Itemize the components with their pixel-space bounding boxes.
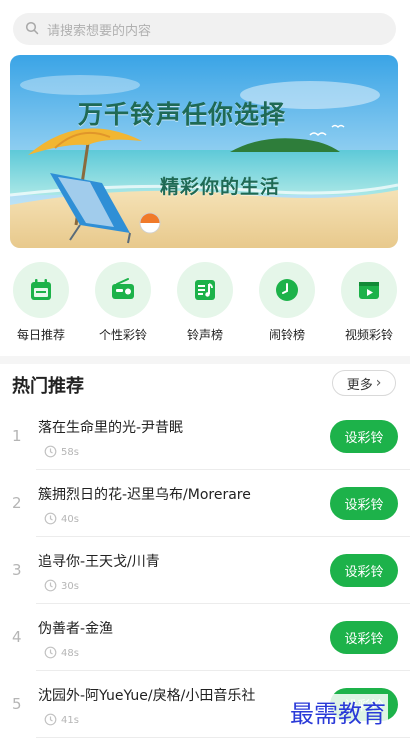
- more-button[interactable]: 更多 ›: [332, 370, 396, 396]
- radio-icon: [95, 262, 151, 318]
- search-input[interactable]: 请搜索想要的内容: [13, 13, 396, 45]
- duration-text: 41s: [61, 715, 79, 726]
- category-personal-ringback[interactable]: 个性彩铃: [82, 262, 164, 350]
- category-label: 视频彩铃: [344, 328, 393, 342]
- section-divider: [0, 356, 410, 364]
- watermark-text: 最需教育: [288, 694, 388, 729]
- set-ringback-button[interactable]: 设彩铃: [330, 621, 398, 654]
- chevron-right-icon: ›: [375, 375, 382, 391]
- search-icon: [25, 20, 39, 39]
- list-item[interactable]: 1 落在生命里的光-尹昔眠 58s 设彩铃: [0, 403, 410, 470]
- duration: 30s: [44, 577, 79, 596]
- song-title: 落在生命里的光-尹昔眠: [38, 420, 184, 436]
- set-ringback-button[interactable]: 设彩铃: [330, 420, 398, 453]
- banner-headline: 万千铃声任你选择: [78, 100, 287, 129]
- duration-text: 48s: [61, 648, 79, 659]
- category-row: 每日推荐 个性彩铃 铃声榜 闹铃榜 视频彩铃: [0, 262, 410, 350]
- rank-number: 2: [12, 494, 22, 512]
- rank-number: 1: [12, 427, 22, 445]
- video-icon: [341, 262, 397, 318]
- category-alarm-chart[interactable]: 闹铃榜: [246, 262, 328, 350]
- search-placeholder: 请搜索想要的内容: [47, 23, 152, 39]
- category-ringtone-chart[interactable]: 铃声榜: [164, 262, 246, 350]
- rank-number: 3: [12, 561, 22, 579]
- beach-illustration: [10, 55, 398, 248]
- category-video-ringback[interactable]: 视频彩铃: [328, 262, 410, 350]
- duration: 40s: [44, 510, 79, 529]
- list-item[interactable]: 2 簇拥烈日的花-迟里乌布/Morerare 40s 设彩铃: [0, 470, 410, 537]
- set-ringback-button[interactable]: 设彩铃: [330, 554, 398, 587]
- duration-text: 30s: [61, 581, 79, 592]
- rank-number: 5: [12, 695, 22, 713]
- banner-subheadline: 精彩你的生活: [160, 176, 281, 198]
- duration-text: 40s: [61, 514, 79, 525]
- list-item[interactable]: 3 追寻你-王天戈/川青 30s 设彩铃: [0, 537, 410, 604]
- clock-icon: [44, 577, 57, 596]
- music-list-icon: [177, 262, 233, 318]
- category-label: 每日推荐: [16, 328, 65, 342]
- category-label: 闹铃榜: [268, 328, 305, 342]
- duration: 41s: [44, 711, 79, 730]
- duration: 58s: [44, 443, 79, 462]
- section-title: 热门推荐: [12, 376, 84, 397]
- more-label: 更多: [346, 377, 373, 393]
- clock-icon: [44, 711, 57, 730]
- clock-icon: [44, 510, 57, 529]
- category-label: 铃声榜: [186, 328, 223, 342]
- duration-text: 58s: [61, 447, 79, 458]
- set-ringback-button[interactable]: 设彩铃: [330, 487, 398, 520]
- song-title: 追寻你-王天戈/川青: [38, 554, 160, 570]
- list-item[interactable]: 4 伪善者-金渔 48s 设彩铃: [0, 604, 410, 671]
- clock-icon: [44, 644, 57, 663]
- category-daily-recommend[interactable]: 每日推荐: [0, 262, 82, 350]
- clock-icon: [259, 262, 315, 318]
- rank-number: 4: [12, 628, 22, 646]
- category-label: 个性彩铃: [98, 328, 147, 342]
- calendar-icon: [13, 262, 69, 318]
- clock-icon: [44, 443, 57, 462]
- promo-banner[interactable]: 万千铃声任你选择 精彩你的生活: [10, 55, 398, 248]
- song-title: 伪善者-金渔: [38, 621, 114, 637]
- song-title: 沈园外-阿YueYue/戾格/小田音乐社: [38, 688, 256, 704]
- song-title: 簇拥烈日的花-迟里乌布/Morerare: [38, 487, 251, 503]
- song-list: 1 落在生命里的光-尹昔眠 58s 设彩铃 2 簇拥烈日的花-迟里乌布/More…: [0, 403, 410, 738]
- duration: 48s: [44, 644, 79, 663]
